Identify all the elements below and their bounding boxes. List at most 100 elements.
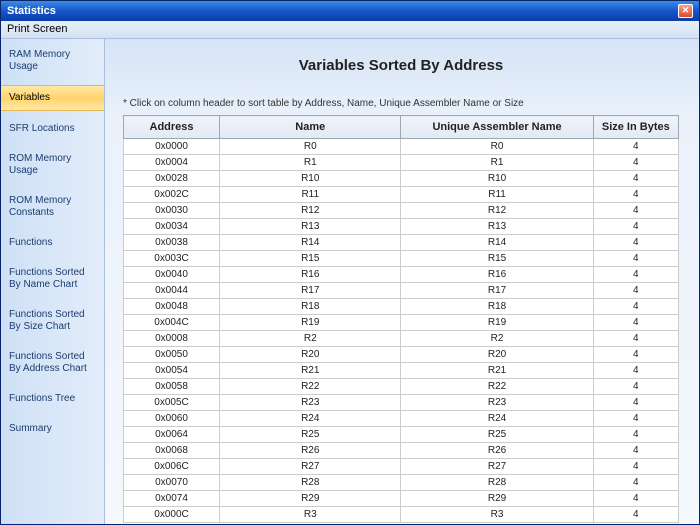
table-row[interactable]: 0x003CR15R154: [124, 251, 679, 267]
cell-size: 4: [593, 507, 678, 523]
table-row[interactable]: 0x0000R0R04: [124, 139, 679, 155]
cell-name: R12: [220, 203, 401, 219]
cell-name: R13: [220, 219, 401, 235]
cell-uname: R27: [401, 459, 593, 475]
cell-name: R16: [220, 267, 401, 283]
cell-name: R11: [220, 187, 401, 203]
cell-uname: R17: [401, 283, 593, 299]
cell-size: 4: [593, 299, 678, 315]
cell-size: 4: [593, 459, 678, 475]
sidebar-item-10[interactable]: Summary: [1, 417, 104, 441]
table-row[interactable]: 0x0050R20R204: [124, 347, 679, 363]
table-row[interactable]: 0x0058R22R224: [124, 379, 679, 395]
cell-address: 0x0060: [124, 411, 220, 427]
table-row[interactable]: 0x004CR19R194: [124, 315, 679, 331]
main-panel[interactable]: Variables Sorted By Address * Click on c…: [105, 39, 699, 524]
cell-name: R27: [220, 459, 401, 475]
sidebar-item-5[interactable]: Functions: [1, 231, 104, 255]
cell-size: 4: [593, 347, 678, 363]
cell-name: R18: [220, 299, 401, 315]
cell-address: 0x0054: [124, 363, 220, 379]
table-row[interactable]: 0x005CR23R234: [124, 395, 679, 411]
cell-address: 0x004C: [124, 315, 220, 331]
cell-uname: R3: [401, 507, 593, 523]
cell-uname: R26: [401, 443, 593, 459]
cell-address: 0x0004: [124, 155, 220, 171]
menubar: Print Screen: [1, 21, 699, 39]
table-row[interactable]: 0x002CR11R114: [124, 187, 679, 203]
cell-name: R17: [220, 283, 401, 299]
cell-uname: R16: [401, 267, 593, 283]
cell-size: 4: [593, 427, 678, 443]
cell-name: R29: [220, 491, 401, 507]
sort-hint: * Click on column header to sort table b…: [123, 98, 679, 109]
table-row[interactable]: 0x0064R25R254: [124, 427, 679, 443]
table-row[interactable]: 0x0070R28R284: [124, 475, 679, 491]
cell-name: R23: [220, 395, 401, 411]
col-header-address[interactable]: Address: [124, 116, 220, 139]
cell-address: 0x0008: [124, 331, 220, 347]
table-row[interactable]: 0x0008R2R24: [124, 331, 679, 347]
cell-size: 4: [593, 187, 678, 203]
cell-size: 4: [593, 267, 678, 283]
col-header-size[interactable]: Size In Bytes: [593, 116, 678, 139]
cell-address: 0x002C: [124, 187, 220, 203]
cell-size: 4: [593, 379, 678, 395]
table-row[interactable]: 0x0060R24R244: [124, 411, 679, 427]
table-row[interactable]: 0x0028R10R104: [124, 171, 679, 187]
sidebar-item-3[interactable]: ROM Memory Usage: [1, 147, 104, 183]
cell-address: 0x0064: [124, 427, 220, 443]
cell-name: R24: [220, 411, 401, 427]
cell-address: 0x003C: [124, 251, 220, 267]
sidebar-item-8[interactable]: Functions Sorted By Address Chart: [1, 345, 104, 381]
table-row[interactable]: 0x0040R16R164: [124, 267, 679, 283]
table-row[interactable]: 0x0034R13R134: [124, 219, 679, 235]
cell-size: 4: [593, 331, 678, 347]
cell-uname: R1: [401, 155, 593, 171]
cell-address: 0x005C: [124, 395, 220, 411]
sidebar-item-9[interactable]: Functions Tree: [1, 387, 104, 411]
cell-size: 4: [593, 315, 678, 331]
sidebar-item-7[interactable]: Functions Sorted By Size Chart: [1, 303, 104, 339]
cell-address: 0x0038: [124, 235, 220, 251]
table-row[interactable]: 0x0044R17R174: [124, 283, 679, 299]
table-row[interactable]: 0x0030R12R124: [124, 203, 679, 219]
col-header-uname[interactable]: Unique Assembler Name: [401, 116, 593, 139]
cell-name: R10: [220, 171, 401, 187]
sidebar-item-0[interactable]: RAM Memory Usage: [1, 43, 104, 79]
cell-name: R26: [220, 443, 401, 459]
cell-size: 4: [593, 475, 678, 491]
sidebar-item-6[interactable]: Functions Sorted By Name Chart: [1, 261, 104, 297]
titlebar: Statistics ✕: [1, 1, 699, 21]
cell-address: 0x0034: [124, 219, 220, 235]
table-row[interactable]: 0x006CR27R274: [124, 459, 679, 475]
sidebar-item-1[interactable]: Variables: [1, 85, 104, 111]
cell-address: 0x0070: [124, 475, 220, 491]
cell-name: R15: [220, 251, 401, 267]
table-body: 0x0000R0R040x0004R1R140x0028R10R1040x002…: [124, 139, 679, 523]
cell-name: R3: [220, 507, 401, 523]
cell-address: 0x006C: [124, 459, 220, 475]
table-row[interactable]: 0x000CR3R34: [124, 507, 679, 523]
close-button[interactable]: ✕: [678, 4, 693, 18]
table-row[interactable]: 0x0068R26R264: [124, 443, 679, 459]
table-row[interactable]: 0x0054R21R214: [124, 363, 679, 379]
table-row[interactable]: 0x0038R14R144: [124, 235, 679, 251]
menu-print-screen[interactable]: Print Screen: [7, 23, 68, 35]
col-header-name[interactable]: Name: [220, 116, 401, 139]
table-row[interactable]: 0x0004R1R14: [124, 155, 679, 171]
table-row[interactable]: 0x0074R29R294: [124, 491, 679, 507]
cell-address: 0x0068: [124, 443, 220, 459]
sidebar-item-4[interactable]: ROM Memory Constants: [1, 189, 104, 225]
table-row[interactable]: 0x0048R18R184: [124, 299, 679, 315]
cell-address: 0x0030: [124, 203, 220, 219]
sidebar-item-2[interactable]: SFR Locations: [1, 117, 104, 141]
cell-size: 4: [593, 203, 678, 219]
cell-size: 4: [593, 139, 678, 155]
cell-size: 4: [593, 411, 678, 427]
cell-address: 0x0050: [124, 347, 220, 363]
variables-table: Address Name Unique Assembler Name Size …: [123, 115, 679, 523]
cell-name: R0: [220, 139, 401, 155]
cell-size: 4: [593, 171, 678, 187]
cell-uname: R12: [401, 203, 593, 219]
